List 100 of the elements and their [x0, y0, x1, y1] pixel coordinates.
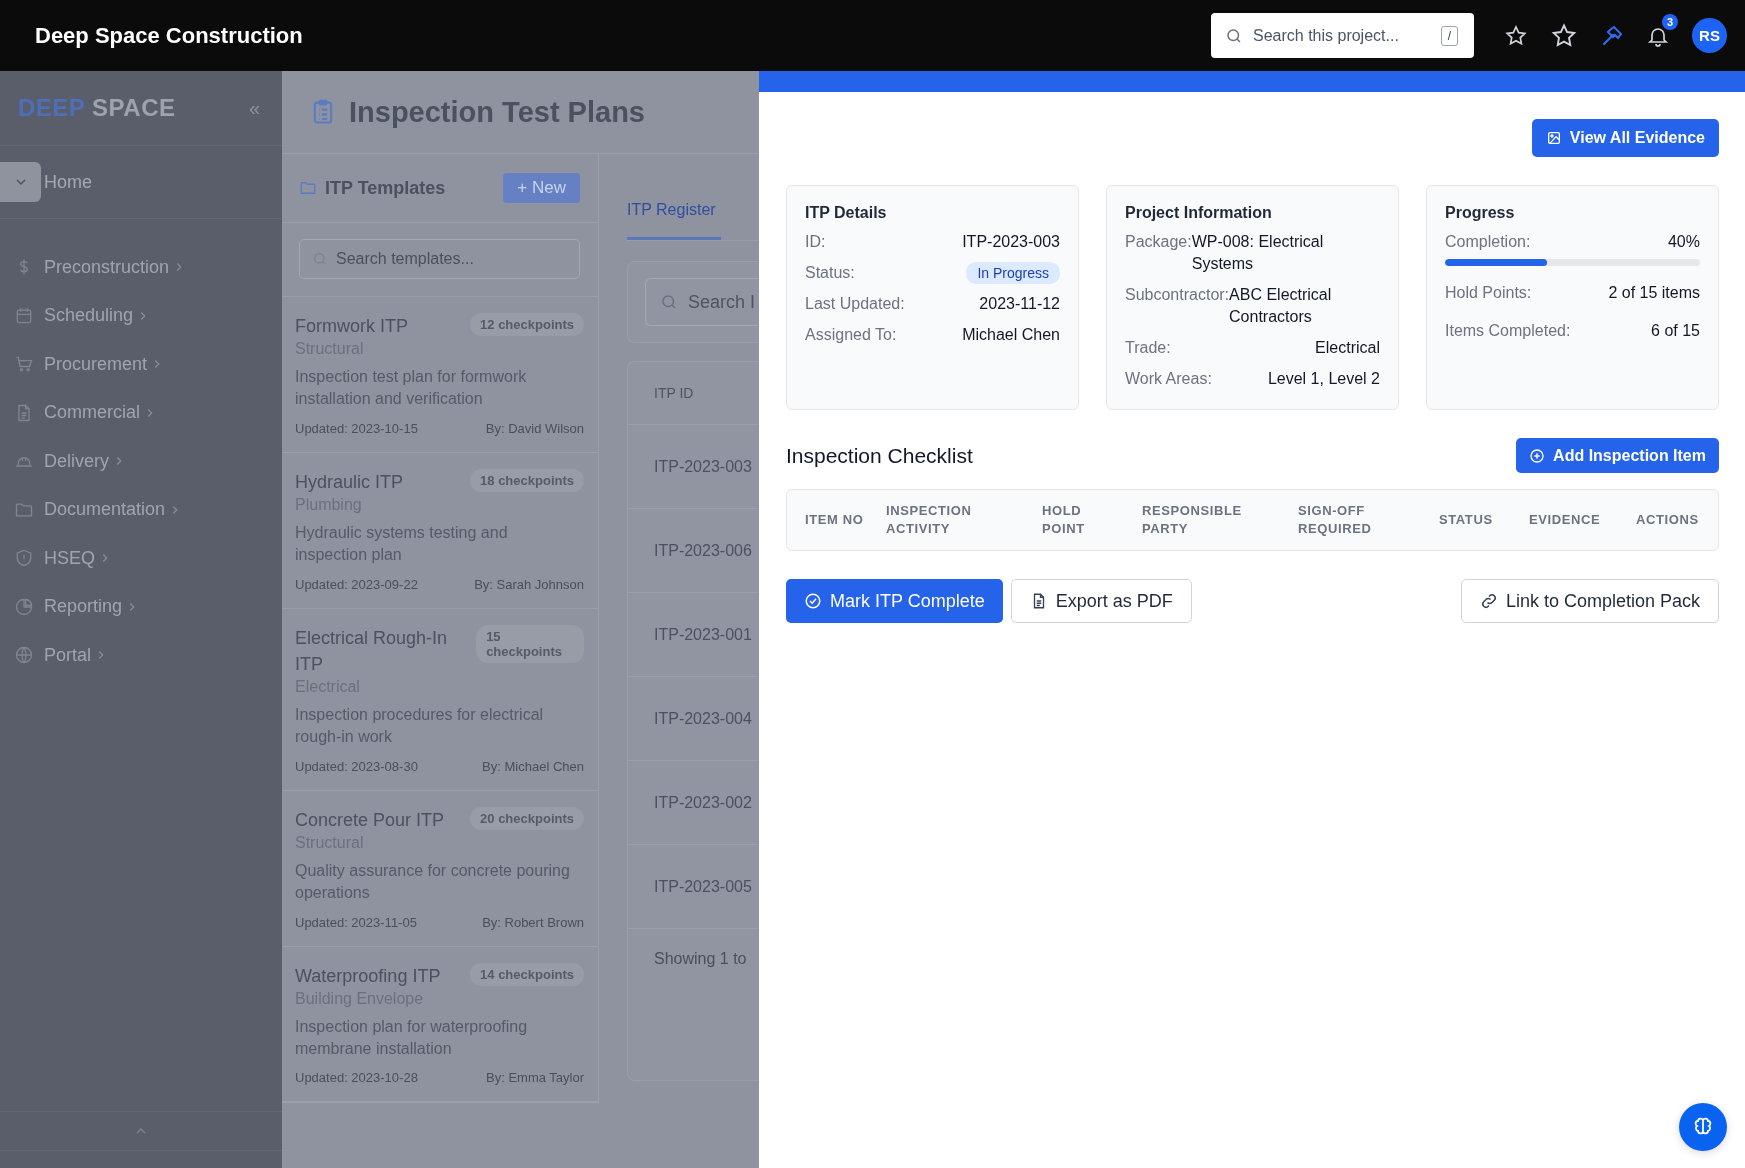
updated-date: Updated: 2023-09-22 — [295, 576, 418, 592]
template-title: Waterproofing ITP — [295, 964, 441, 988]
template-title: Hydraulic ITP — [295, 470, 404, 494]
assistant-button[interactable] — [1679, 1103, 1727, 1151]
collapse-button[interactable]: « — [248, 96, 260, 120]
author: By: Michael Chen — [482, 758, 584, 774]
field-label: Last Updated: — [805, 294, 905, 314]
search-field[interactable]: Search templates... — [299, 239, 580, 279]
pie-chart-icon — [14, 596, 34, 617]
mark-complete-button[interactable]: Mark ITP Complete — [786, 579, 1003, 623]
column-header: RESPONSIBLE PARTY — [1142, 502, 1243, 538]
updated-date: Updated: 2023-11-05 — [295, 914, 417, 930]
author: By: Emma Taylor — [486, 1070, 584, 1086]
panel-title: ITP Templates — [325, 177, 446, 199]
nav-item[interactable]: Portal — [0, 631, 282, 680]
column-header: EVIDENCE — [1529, 511, 1602, 529]
card-title: Progress — [1445, 204, 1516, 222]
nav-item[interactable]: Documentation — [0, 485, 282, 534]
link-icon — [1479, 592, 1498, 610]
checkpoint-count: 18 checkpoints — [470, 468, 584, 492]
card-title: Project Information — [1125, 204, 1273, 222]
nav-item[interactable]: Delivery — [0, 437, 282, 486]
view-evidence-button[interactable]: View All Evidence — [1531, 119, 1719, 157]
nav-item[interactable]: Preconstruction — [0, 243, 282, 292]
field-value: 6 of 15 — [1651, 321, 1700, 341]
field-value: 40% — [1667, 232, 1700, 252]
star-icon[interactable] — [1504, 23, 1528, 48]
updated-date: Updated: 2023-10-15 — [295, 420, 418, 436]
template-description: Inspection plan for waterproofing membrane installation — [295, 1016, 529, 1060]
check-circle-icon — [804, 592, 822, 610]
brand-logo: DEEP SPACE — [18, 94, 176, 122]
expand-toggle[interactable] — [0, 162, 41, 202]
template-title: Formwork ITP — [295, 315, 408, 338]
add-item-button[interactable]: Add Inspection Item — [1516, 438, 1719, 473]
nav-item[interactable]: Scheduling — [0, 291, 282, 340]
pagination-info: Showing 1 to — [654, 950, 747, 968]
table-cell: ITP-2023-003 — [654, 457, 752, 476]
field-label: Subcontractor: — [1125, 285, 1230, 305]
checkpoint-count: 20 checkpoints — [470, 806, 584, 830]
author: By: David Wilson — [485, 420, 584, 436]
star-icon[interactable] — [1550, 21, 1578, 50]
template-title: Concrete Pour ITP — [295, 808, 445, 832]
search-icon — [660, 293, 678, 311]
checkpoint-count: 15 checkpoints — [476, 624, 584, 663]
column-header: SIGN-OFF REQUIRED — [1298, 502, 1373, 538]
field-value: Level 1, Level 2 — [1267, 369, 1380, 389]
nav-item[interactable]: Commercial — [0, 388, 282, 437]
author: By: Sarah Johnson — [474, 576, 584, 592]
column-header: STATUS — [1439, 511, 1494, 529]
field-value: ABC Electrical Contractors — [1229, 285, 1333, 327]
field-value: Michael Chen — [962, 325, 1060, 345]
search-placeholder: Search this project... — [1253, 26, 1400, 45]
nav-item[interactable]: Reporting — [0, 582, 282, 631]
template-description: Quality assurance for concrete pouring operations — [295, 860, 571, 904]
field-value: ITP-2023-003 — [962, 232, 1060, 252]
app-title: Deep Space Construction — [35, 22, 303, 49]
field-value: Electrical — [1315, 338, 1380, 358]
field-label: Completion: — [1445, 232, 1531, 252]
shortcut-key: / — [1440, 25, 1458, 46]
folder-icon — [299, 179, 317, 197]
plus-circle-icon — [1529, 447, 1546, 464]
new-button[interactable]: + New — [503, 173, 580, 203]
table-cell: ITP-2023-002 — [654, 793, 752, 812]
hammer-icon[interactable] — [1600, 23, 1624, 48]
link-button[interactable]: Link to Completion Pack — [1460, 579, 1719, 623]
notification-count: 3 — [1662, 13, 1678, 30]
search-field[interactable]: Search this project... / — [1211, 13, 1474, 58]
column-header: ITEM NO — [805, 511, 865, 529]
status-badge: In Progress — [966, 262, 1060, 284]
image-icon — [1545, 130, 1562, 146]
field-label: Items Completed: — [1445, 321, 1571, 341]
field-label: ID: — [805, 232, 826, 252]
globe-icon — [14, 645, 34, 666]
search-icon — [1225, 26, 1243, 45]
search-placeholder: Search templates... — [336, 250, 475, 268]
export-pdf-button[interactable]: Export as PDF — [1010, 579, 1192, 623]
table-cell: ITP-2023-005 — [654, 877, 752, 896]
field-label: Work Areas: — [1125, 369, 1212, 389]
field-label: Package: — [1125, 232, 1192, 252]
field-value: 2023-11-12 — [979, 294, 1060, 314]
column-header: ACTIONS — [1636, 511, 1700, 529]
card-title: ITP Details — [805, 204, 888, 222]
checkpoint-count: 14 checkpoints — [470, 962, 584, 986]
template-description: Inspection procedures for electrical rough-in work — [295, 704, 545, 748]
tab[interactable]: ITP Register — [627, 201, 721, 240]
section-title: Inspection Checklist — [786, 443, 973, 468]
template-description: Hydraulic systems testing and inspection plan — [295, 522, 509, 566]
page-title: Inspection Test Plans — [349, 95, 645, 129]
nav-item[interactable]: Procurement — [0, 340, 282, 389]
nav-item[interactable]: HSEQ — [0, 534, 282, 583]
field-label: Assigned To: — [805, 325, 897, 345]
updated-date: Updated: 2023-10-28 — [295, 1070, 418, 1086]
field-label: Status: — [805, 263, 855, 283]
user-avatar[interactable]: RS — [1692, 18, 1727, 53]
author: By: Robert Brown — [482, 914, 584, 930]
table-cell: ITP-2023-006 — [654, 541, 752, 560]
column-header: HOLD POINT — [1042, 502, 1086, 538]
nav-item[interactable]: Home — [41, 171, 92, 193]
cart-icon — [14, 354, 34, 375]
template-description: Inspection test plan for formwork installation and verification — [295, 367, 528, 410]
